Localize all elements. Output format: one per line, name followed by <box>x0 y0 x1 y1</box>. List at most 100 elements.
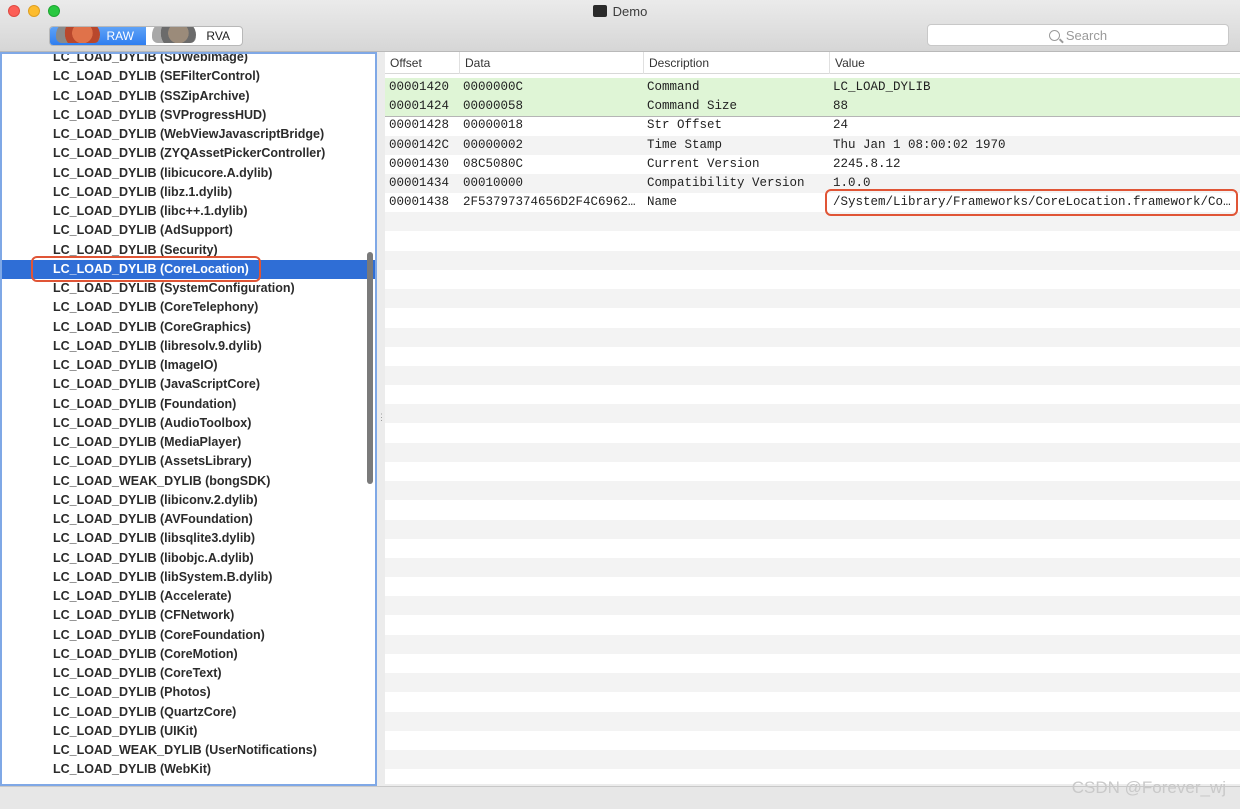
sidebar-item[interactable]: LC_LOAD_WEAK_DYLIB (UserNotifications) <box>2 741 375 760</box>
header-section-separator <box>385 116 1240 118</box>
table-row[interactable]: 00001424 00000058 Command Size 88 <box>385 97 1240 117</box>
empty-table-row <box>385 634 1240 654</box>
column-header-description[interactable]: Description <box>643 52 829 74</box>
cell-data: 00000018 <box>463 118 524 133</box>
title-bar: Demo RAW RVA Search <box>0 0 1240 52</box>
empty-table-row <box>385 442 1240 462</box>
status-bar <box>0 786 1240 809</box>
sidebar-item[interactable]: LC_LOAD_DYLIB (CoreLocation) <box>2 259 375 279</box>
cell-data: 0000000C <box>463 80 524 94</box>
cell-description: Current Version <box>647 156 760 171</box>
cell-description: Command Size <box>647 99 738 114</box>
cell-description: Str Offset <box>647 118 723 133</box>
cell-data: 2F53797374656D2F4C69627… <box>463 195 639 210</box>
sidebar-item[interactable]: LC_LOAD_DYLIB (AVFoundation) <box>2 510 375 529</box>
raw-segment-button[interactable]: RAW <box>50 27 146 45</box>
cell-offset: 00001438 <box>389 195 450 210</box>
empty-table-row <box>385 423 1240 443</box>
cell-data: 00000002 <box>463 137 524 152</box>
empty-table-row <box>385 692 1240 712</box>
empty-table-row <box>385 270 1240 289</box>
cell-value: LC_LOAD_DYLIB <box>833 80 931 94</box>
empty-table-row <box>385 750 1240 769</box>
split-view-divider[interactable]: ⋮ <box>377 412 386 422</box>
empty-table-row <box>385 538 1240 558</box>
empty-table-row <box>385 519 1240 539</box>
sidebar-item[interactable]: LC_LOAD_DYLIB (AdSupport) <box>2 221 375 240</box>
sidebar-item[interactable]: LC_LOAD_DYLIB (libicucore.A.dylib) <box>2 164 375 183</box>
cell-value: Thu Jan 1 08:00:02 1970 <box>833 137 1006 152</box>
search-placeholder: Search <box>1065 27 1108 43</box>
raw-rva-segmented-control: RAW RVA <box>49 26 243 46</box>
empty-table-row <box>385 212 1240 232</box>
sidebar-item[interactable]: LC_LOAD_DYLIB (libobjc.A.dylib) <box>2 549 375 568</box>
empty-table-row <box>385 250 1240 270</box>
watermark-text: CSDN @Forever_wj <box>1071 778 1226 797</box>
table-row[interactable]: 00001430 08C5080C Current Version 2245.8.12 <box>385 154 1240 174</box>
cell-value: 1.0.0 <box>833 176 871 190</box>
empty-table-row <box>385 404 1240 424</box>
sidebar-item[interactable]: LC_LOAD_DYLIB (WebKit) <box>2 760 375 779</box>
cell-value: 88 <box>833 99 849 114</box>
sidebar-item[interactable]: LC_LOAD_DYLIB (SVProgressHUD) <box>2 106 375 125</box>
sidebar-item[interactable]: LC_LOAD_DYLIB (libsqlite3.dylib) <box>2 529 375 548</box>
sidebar-item[interactable]: LC_LOAD_DYLIB (AudioToolbox) <box>2 414 375 433</box>
sidebar-item[interactable]: LC_LOAD_DYLIB (Security) <box>2 241 375 260</box>
rva-logo-icon <box>152 27 196 43</box>
cell-offset: 00001424 <box>389 99 450 114</box>
cell-value: 2245.8.12 <box>833 156 901 171</box>
table-row[interactable]: 0000142C 00000002 Time Stamp Thu Jan 1 08:0… <box>385 135 1240 155</box>
sidebar-item[interactable]: LC_LOAD_DYLIB (WebViewJavascriptBridge) <box>2 125 375 144</box>
cell-offset: 00001434 <box>389 176 450 190</box>
sidebar-item[interactable]: LC_LOAD_DYLIB (libz.1.dylib) <box>2 183 375 202</box>
sidebar-item[interactable]: LC_LOAD_DYLIB (CFNetwork) <box>2 606 375 625</box>
column-header-data[interactable]: Data <box>459 52 643 74</box>
cell-description: Time Stamp <box>647 137 723 152</box>
sidebar-item[interactable]: LC_LOAD_DYLIB (SSZipArchive) <box>2 87 375 106</box>
sidebar-item[interactable]: LC_LOAD_DYLIB (SEFilterControl) <box>2 67 375 86</box>
empty-table-row <box>385 462 1240 481</box>
cell-description: Command <box>647 80 700 94</box>
sidebar-item[interactable]: LC_LOAD_DYLIB (CoreText) <box>2 664 375 683</box>
table-row[interactable]: 00001434 00010000 Compatibility Version 1.0… <box>385 174 1240 193</box>
column-header-offset[interactable]: Offset <box>385 52 459 74</box>
sidebar-item[interactable]: LC_LOAD_DYLIB (Accelerate) <box>2 587 375 606</box>
sidebar-item[interactable]: LC_LOAD_DYLIB (SystemConfiguration) <box>2 279 375 298</box>
table-row[interactable]: 00001428 00000018 Str Offset 24 <box>385 116 1240 136</box>
sidebar-item[interactable]: LC_LOAD_DYLIB (SDWebImage) <box>2 54 375 67</box>
empty-table-row <box>385 558 1240 577</box>
sidebar-item[interactable]: LC_LOAD_DYLIB (UIKit) <box>2 722 375 741</box>
load-commands-sidebar[interactable]: LC_LOAD_DYLIB (SDWebImage) LC_LOAD_DYLIB … <box>0 52 377 786</box>
cell-offset: 00001430 <box>389 156 450 171</box>
sidebar-item[interactable]: LC_LOAD_DYLIB (ImageIO) <box>2 356 375 375</box>
sidebar-item[interactable]: LC_LOAD_DYLIB (libiconv.2.dylib) <box>2 491 375 510</box>
empty-table-row <box>385 615 1240 635</box>
sidebar-item[interactable]: LC_LOAD_DYLIB (CoreFoundation) <box>2 626 375 645</box>
search-input[interactable]: Search <box>927 24 1229 46</box>
sidebar-item[interactable]: LC_LOAD_DYLIB (JavaScriptCore) <box>2 375 375 394</box>
sidebar-item[interactable]: LC_LOAD_DYLIB (Foundation) <box>2 395 375 414</box>
empty-table-row <box>385 596 1240 616</box>
sidebar-item[interactable]: LC_LOAD_DYLIB (Photos) <box>2 683 375 702</box>
table-row[interactable]: 00001420 0000000C Command LC_LOAD_DYLIB <box>385 78 1240 97</box>
sidebar-item[interactable]: LC_LOAD_DYLIB (QuartzCore) <box>2 703 375 722</box>
cell-value: 24 <box>833 118 849 133</box>
sidebar-item[interactable]: LC_LOAD_DYLIB (CoreGraphics) <box>2 318 375 337</box>
window-title-text: Demo <box>612 4 648 19</box>
sidebar-item[interactable]: LC_LOAD_DYLIB (CoreTelephony) <box>2 298 375 317</box>
sidebar-item[interactable]: LC_LOAD_DYLIB (libc++.1.dylib) <box>2 202 375 221</box>
sidebar-item[interactable]: LC_LOAD_DYLIB (libSystem.B.dylib) <box>2 568 375 587</box>
rva-segment-button[interactable]: RVA <box>146 27 242 45</box>
sidebar-item[interactable]: LC_LOAD_DYLIB (ZYQAssetPickerController) <box>2 144 375 163</box>
sidebar-item[interactable]: LC_LOAD_WEAK_DYLIB (bongSDK) <box>2 472 375 491</box>
sidebar-item[interactable]: LC_LOAD_DYLIB (libresolv.9.dylib) <box>2 337 375 356</box>
sidebar-item[interactable]: LC_LOAD_DYLIB (CoreMotion) <box>2 645 375 664</box>
table-row[interactable]: 00001438 2F53797374656D2F4C69627… Name/Sys… <box>385 193 1240 213</box>
raw-segment-label: RAW <box>106 29 134 43</box>
sidebar-scrollbar[interactable] <box>367 252 373 484</box>
sidebar-item[interactable]: LC_LOAD_DYLIB (MediaPlayer) <box>2 433 375 452</box>
rva-segment-label: RVA <box>206 29 230 43</box>
column-header-value[interactable]: Value <box>829 52 1240 74</box>
sidebar-item[interactable]: LC_LOAD_DYLIB (AssetsLibrary) <box>2 452 375 471</box>
empty-table-row <box>385 481 1240 501</box>
